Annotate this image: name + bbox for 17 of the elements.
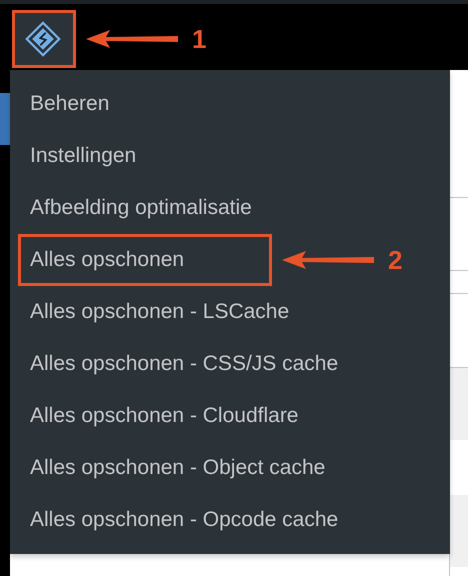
menu-item[interactable]: Alles opschonen - LSCache [10,286,450,338]
callout-number: 2 [388,244,402,276]
sidebar-highlight [0,93,10,145]
diamond-logo-icon [25,21,61,57]
menu-item[interactable]: Alles opschonen - CSS/JS cache [10,338,450,390]
menu-item[interactable]: Beheren [10,78,450,130]
menu-item[interactable]: Alles opschonen - Cloudflare [10,390,450,442]
toolbar-item[interactable] [12,10,76,68]
menu-item[interactable]: Alles opschonen - Opcode cache [10,494,450,546]
arrow-icon [282,251,374,269]
table-row-background [450,368,468,440]
table-row-background [450,495,468,567]
menu-item[interactable]: Afbeelding optimalisatie [10,182,450,234]
callout-number: 1 [192,23,206,55]
menu-item[interactable]: Alles opschonen - Object cache [10,442,450,494]
arrow-icon [86,30,178,48]
menu-item[interactable]: Instellingen [10,130,450,182]
